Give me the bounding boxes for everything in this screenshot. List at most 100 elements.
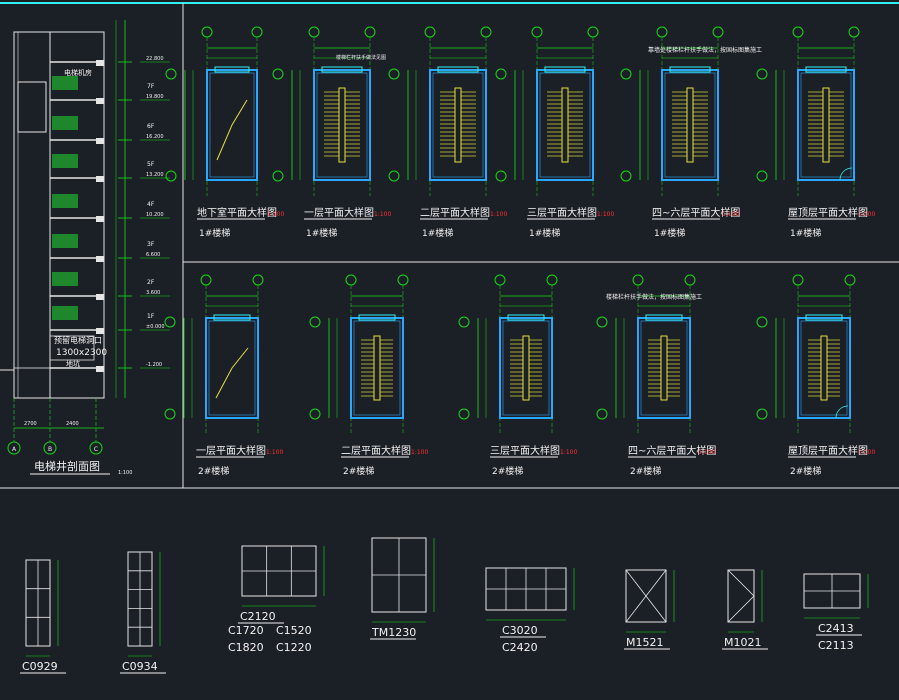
stair-well-handrail <box>660 335 668 401</box>
stair2-callout: 楼梯栏杆扶手做法，按国标图集施工 <box>606 293 702 301</box>
beam <box>96 138 104 144</box>
axis-bubble-side-top <box>495 68 507 80</box>
section-axis-b: B <box>43 398 57 455</box>
axis-bubble-side-bottom <box>309 408 321 420</box>
window-frame <box>727 569 755 623</box>
section-axis-b-label: B <box>48 446 52 453</box>
axis-bubble-side-top <box>458 316 470 328</box>
window-type-label: C2113 <box>818 639 854 652</box>
plan-scale: 1:100 <box>266 449 283 456</box>
axis-bubble-side-bottom <box>458 408 470 420</box>
axis-bubble-top-left <box>345 274 357 286</box>
door-swing <box>835 405 849 419</box>
axis-bubble-top-right <box>397 274 409 286</box>
stair-walls <box>637 317 691 419</box>
axis-bubble-side-bottom <box>756 170 768 182</box>
window-type-label: C2120 <box>240 610 276 623</box>
stair-plan: 三层平面大样图 1:100 2#楼梯 <box>458 274 577 477</box>
axis-bubble-top-left <box>201 26 213 38</box>
plan-title: 三层平面大样图 <box>527 206 597 219</box>
axis-bubble-side-bottom <box>165 170 177 182</box>
floor-level-label: 2F <box>147 279 155 286</box>
plan-title: 屋顶层平面大样图 <box>788 206 868 219</box>
beam <box>96 98 104 104</box>
section-axis-a: A <box>7 398 21 455</box>
stair-wall-inner <box>640 320 688 416</box>
stair-plan: 四~六层平面大样图1:1002#楼梯 <box>596 274 716 477</box>
stair-walls <box>313 69 371 181</box>
window-type-label: C0929 <box>22 660 58 673</box>
beam <box>96 60 104 66</box>
hoistway-door-leaf <box>52 116 78 130</box>
section-axis-c: C <box>89 398 103 455</box>
floor-slabs: 地坑 <box>50 60 104 372</box>
plan-scale: 1:100 <box>858 449 875 456</box>
window-c0934: C0934 <box>120 551 166 674</box>
stair-well-handrail <box>373 335 381 401</box>
axis-bubble-top-left <box>531 26 543 38</box>
stair-well-handrail <box>338 87 346 163</box>
door-swing-line <box>727 569 755 623</box>
axis-bubble-side-top <box>620 68 632 80</box>
axis-bubble-side-top <box>309 316 321 328</box>
stair-name: 1#楼梯 <box>654 227 685 239</box>
window-type-label: M1021 <box>724 636 762 649</box>
window-type-label: C0934 <box>122 660 158 673</box>
stair-wall-inner <box>800 320 848 416</box>
plan-scale: 1:100 <box>698 449 715 456</box>
axis-bubble-side-bottom <box>164 408 176 420</box>
plan-title: 二层平面大样图 <box>341 444 411 457</box>
axis-bubble-top-left <box>792 26 804 38</box>
plan-title: 二层平面大样图 <box>420 206 490 219</box>
beam <box>96 328 104 334</box>
elevation-label: 19.800 <box>146 94 164 100</box>
plan-scale: 1:100 <box>374 211 391 218</box>
stair-run <box>215 347 249 399</box>
axis-bubble-side-top <box>164 316 176 328</box>
door-size: 1300x2300 <box>56 348 107 358</box>
cad-drawing-sheet: 地坑 22.800 19.800 16.200 13.200 10.200 6.600 3.… <box>0 0 899 696</box>
stair-well-handrail <box>822 87 830 163</box>
stair-well-handrail <box>454 87 462 163</box>
door-swing <box>839 167 853 181</box>
stair-plan: 二层平面大样图 1:100 2#楼梯 <box>309 274 428 477</box>
elevator-section: 地坑 22.800 19.800 16.200 13.200 10.200 6.600 3.… <box>0 20 170 476</box>
axis-bubble-top-right <box>848 26 860 38</box>
hoistway-door-leaf <box>52 306 78 320</box>
stair-plan: 屋顶层平面大样图1:100 2#楼梯 <box>756 274 875 477</box>
plan-title: 地下室平面大样图 <box>197 206 277 219</box>
stair-name: 2#楼梯 <box>790 465 821 477</box>
stair2-plans-row: 一层平面大样图 1:1002#楼梯二层平面大样图 1:1002#楼梯三层平面大样图 1… <box>164 274 875 477</box>
stair-name: 1#楼梯 <box>199 227 230 239</box>
axis-bubble-side-top <box>165 68 177 80</box>
section-dim-1: 2700 <box>24 421 37 427</box>
window-type-label: TM1230 <box>371 626 416 639</box>
machine-room-label: 电梯机房 <box>64 68 92 77</box>
stair-wall-inner <box>432 72 484 178</box>
axis-bubble-side-bottom <box>272 170 284 182</box>
stair-wall-inner <box>316 72 368 178</box>
elevation-label: -1.200 <box>146 362 162 368</box>
stair-wall-inner <box>664 72 716 178</box>
elevation-label: 13.200 <box>146 172 164 178</box>
beam <box>96 256 104 262</box>
axis-bubble-top-left <box>494 274 506 286</box>
stair-plan: 三层平面大样图 1:100 1#楼梯 <box>495 26 614 239</box>
axis-bubble-top-left <box>200 274 212 286</box>
axis-bubble-side-bottom <box>620 170 632 182</box>
axis-bubble-top-right <box>252 274 264 286</box>
axis-bubble-top-right <box>712 26 724 38</box>
window-m1521: M1521 <box>624 569 675 650</box>
stair-walls <box>797 317 851 419</box>
axis-bubble-side-bottom <box>756 408 768 420</box>
window-c0929: C0929 <box>20 559 66 674</box>
window-c2120: C2120C1720 C1520 C1820 C1220 <box>228 545 325 654</box>
door-label: 预留电梯洞口 <box>54 335 102 345</box>
elevation-label: 10.200 <box>146 212 164 218</box>
plan-title: 一层平面大样图 <box>196 444 266 457</box>
stair-well-handrail <box>820 335 828 401</box>
elevation-label: ±0.000 <box>146 324 165 330</box>
stair-plan: 屋顶层平面大样图1:100 1#楼梯 <box>756 26 875 239</box>
plan-title: 屋顶层平面大样图 <box>788 444 868 457</box>
hoistway-door-leaf <box>52 76 78 90</box>
